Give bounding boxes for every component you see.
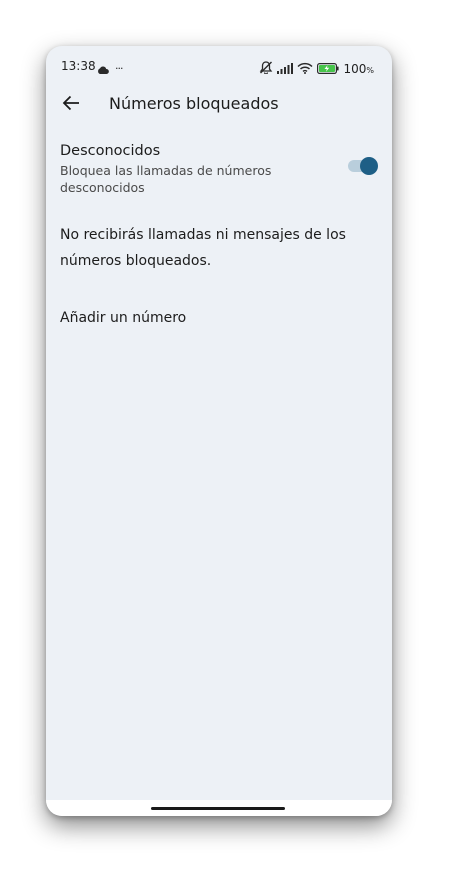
info-text: No recibirás llamadas ni mensajes de los… [60, 227, 346, 269]
back-button[interactable] [60, 94, 82, 116]
phone-screen: 13:38 ··· 100% Números bloqueados Descon… [46, 46, 392, 816]
signal-icon [277, 59, 294, 78]
battery-percent: 100% [343, 61, 374, 76]
navigation-bar [46, 800, 392, 816]
silent-icon [259, 59, 273, 78]
app-bar: Números bloqueados [46, 86, 392, 124]
percent-sign: % [366, 65, 374, 75]
unknown-numbers-toggle[interactable] [348, 157, 378, 175]
arrow-left-icon [62, 95, 80, 115]
page-title: Números bloqueados [109, 94, 279, 113]
setting-description: Bloquea las llamadas de números desconoc… [60, 163, 272, 195]
wifi-icon [297, 59, 314, 78]
setting-unknown-numbers[interactable]: Desconocidos Bloquea las llamadas de núm… [60, 143, 378, 195]
status-bar: 13:38 ··· 100% [46, 46, 392, 86]
cloud-icon [97, 59, 109, 78]
more-indicator: ··· [115, 62, 123, 75]
add-number-button[interactable]: Añadir un número [60, 310, 186, 326]
status-right-icons: 100% [259, 59, 374, 78]
toggle-thumb [360, 157, 378, 175]
home-indicator[interactable] [151, 807, 285, 810]
status-time: 13:38 [61, 59, 96, 73]
status-left-icons: ··· [97, 59, 123, 78]
setting-title: Desconocidos [60, 143, 161, 159]
battery-icon [317, 59, 340, 78]
